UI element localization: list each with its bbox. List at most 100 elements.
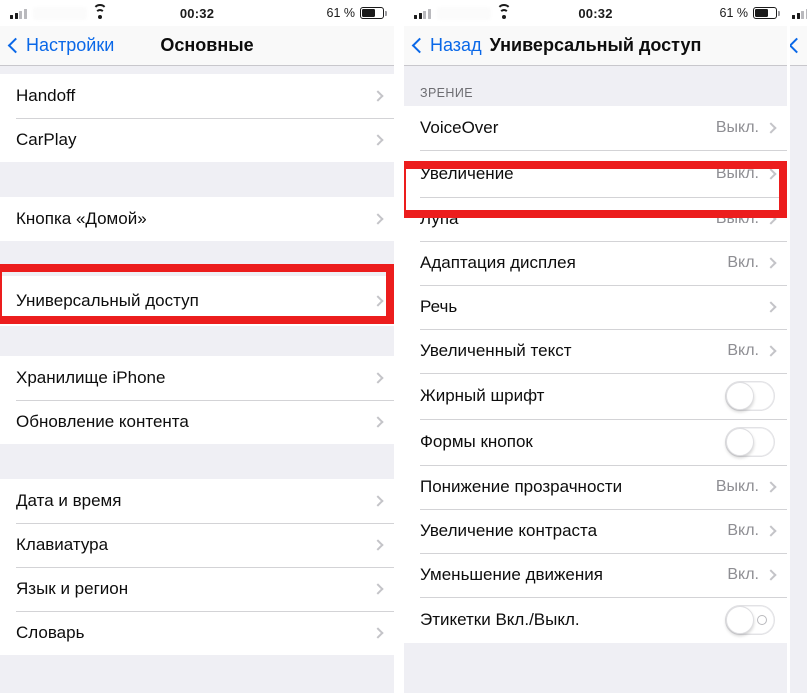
screenshot-root: 00:32 61 % Настройки Основные Handoff Ca… (0, 0, 807, 693)
list-item-larger-text[interactable]: Увеличенный текст Вкл. (404, 329, 787, 373)
chevron-right-icon (372, 627, 384, 639)
partial-phone-screen (790, 0, 807, 693)
nav-bar-sliver (790, 26, 807, 66)
chevron-right-icon (372, 134, 384, 146)
chevron-right-icon (372, 416, 384, 428)
list-item-carplay[interactable]: CarPlay (0, 118, 394, 162)
row-accessory (372, 295, 384, 307)
settings-list-left: Handoff CarPlay Кнопка «Домой» Универсал… (0, 66, 394, 693)
toggle-knob (726, 382, 754, 410)
row-value: Выкл. (715, 164, 759, 182)
status-bar-right: 00:32 61 % (404, 0, 787, 26)
list-item-label: Обновление контента (16, 412, 189, 431)
toggle-bold-text[interactable] (725, 381, 775, 411)
list-item-label: CarPlay (16, 130, 77, 149)
status-bar-clock: 00:32 (578, 5, 613, 21)
status-bar-left: 00:32 61 % (0, 0, 394, 26)
row-accessory: Выкл. (715, 164, 777, 183)
row-value: Вкл. (727, 254, 759, 271)
list-item-label: Увеличение контраста (420, 521, 598, 540)
row-accessory: Вкл. (727, 342, 777, 360)
row-accessory (725, 381, 775, 411)
list-bottom-gap (0, 655, 394, 693)
list-item-keyboard[interactable]: Клавиатура (0, 523, 394, 567)
chevron-left-icon[interactable] (790, 37, 805, 54)
toggle-button-shapes[interactable] (725, 427, 775, 457)
row-accessory: Вкл. (727, 566, 777, 584)
toggle-on-off-labels[interactable] (725, 605, 775, 635)
chevron-left-icon (7, 37, 24, 54)
list-item-on-off-labels[interactable]: Этикетки Вкл./Выкл. (404, 597, 787, 643)
list-item-label: VoiceOver (420, 118, 499, 137)
chevron-right-icon (372, 539, 384, 551)
right-phone-screen: 00:32 61 % Назад Универсальный доступ ЗР… (404, 0, 787, 693)
list-item-label: Речь (420, 297, 458, 316)
list-item-label: Язык и регион (16, 579, 129, 598)
chevron-right-icon (372, 295, 384, 307)
list-item-reduce-transparency[interactable]: Понижение прозрачности Выкл. (404, 465, 787, 509)
row-accessory: Выкл. (715, 119, 777, 137)
row-value: Вкл. (727, 522, 759, 539)
list-item-label: Кнопка «Домой» (16, 209, 147, 228)
chevron-right-icon (765, 345, 777, 357)
panel-divider-1 (394, 0, 404, 693)
list-item-bold-text[interactable]: Жирный шрифт (404, 373, 787, 419)
list-item-speech[interactable]: Речь (404, 285, 787, 329)
battery-icon (753, 7, 781, 19)
status-bar-clock: 00:32 (179, 5, 215, 21)
list-item-magnifier[interactable]: Лупа Выкл. (404, 197, 787, 241)
list-item-language-region[interactable]: Язык и регион (0, 567, 394, 611)
chevron-right-icon (765, 122, 777, 134)
row-value: Вкл. (727, 342, 759, 359)
list-item-label: Увеличенный текст (420, 341, 572, 360)
list-item-button-shapes[interactable]: Формы кнопок (404, 419, 787, 465)
row-value: Выкл. (715, 210, 759, 227)
chevron-right-icon (372, 583, 384, 595)
accessibility-list: ЗРЕНИЕ VoiceOver Выкл. Увеличение Выкл. (404, 66, 787, 673)
nav-bar-right: Назад Универсальный доступ (404, 26, 787, 66)
list-item-voiceover[interactable]: VoiceOver Выкл. (404, 106, 787, 150)
left-phone-screen: 00:32 61 % Настройки Основные Handoff Ca… (0, 0, 394, 693)
list-group-vision: VoiceOver Выкл. Увеличение Выкл. Лупа Вы… (404, 106, 787, 643)
list-item-background-refresh[interactable]: Обновление контента (0, 400, 394, 444)
list-item-label: Формы кнопок (420, 432, 533, 451)
list-bottom-gap (404, 643, 787, 673)
section-header-vision: ЗРЕНИЕ (404, 66, 787, 106)
toggle-knob (726, 428, 754, 456)
toggle-off-label-icon (757, 615, 767, 625)
chevron-right-icon (765, 525, 777, 537)
list-item-iphone-storage[interactable]: Хранилище iPhone (0, 356, 394, 400)
row-accessory (372, 90, 384, 102)
list-item-accessibility[interactable]: Универсальный доступ (0, 276, 394, 326)
chevron-right-icon (765, 213, 777, 225)
list-top-gap (0, 66, 394, 74)
row-accessory (372, 627, 384, 639)
list-item-handoff[interactable]: Handoff (0, 74, 394, 118)
list-item-home-button[interactable]: Кнопка «Домой» (0, 197, 394, 241)
list-item-reduce-motion[interactable]: Уменьшение движения Вкл. (404, 553, 787, 597)
list-item-label: Понижение прозрачности (420, 477, 623, 496)
list-item-increase-contrast[interactable]: Увеличение контраста Вкл. (404, 509, 787, 553)
row-value: Выкл. (715, 119, 759, 136)
chevron-right-icon (372, 372, 384, 384)
row-accessory: Выкл. (715, 210, 777, 228)
sliver-content (790, 66, 807, 693)
list-item-label: Уменьшение движения (420, 565, 603, 584)
toggle-knob (726, 606, 754, 634)
battery-icon (360, 7, 388, 19)
list-gap-1 (0, 162, 394, 197)
list-item-display-accommodations[interactable]: Адаптация дисплея Вкл. (404, 241, 787, 285)
list-item-date-time[interactable]: Дата и время (0, 479, 394, 523)
list-item-label: Словарь (16, 623, 85, 642)
row-accessory (725, 427, 775, 457)
row-accessory: Вкл. (727, 522, 777, 540)
row-accessory (372, 372, 384, 384)
list-group-storage: Хранилище iPhone Обновление контента (0, 356, 394, 444)
row-accessory: Выкл. (716, 478, 777, 496)
list-group-home-button: Кнопка «Домой» (0, 197, 394, 241)
list-item-dictionary[interactable]: Словарь (0, 611, 394, 655)
back-button-settings[interactable]: Настройки (7, 35, 114, 56)
list-item-zoom[interactable]: Увеличение Выкл. (404, 150, 787, 197)
chevron-right-icon (372, 90, 384, 102)
back-button-general[interactable]: Назад (411, 35, 482, 56)
